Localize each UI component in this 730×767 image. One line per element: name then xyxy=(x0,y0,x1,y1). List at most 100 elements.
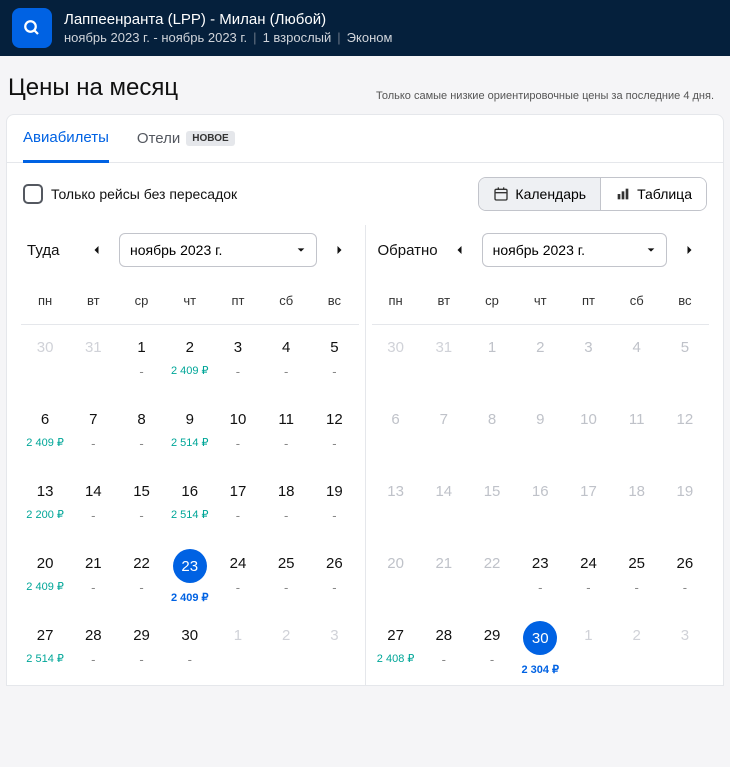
calendar-day[interactable]: 24 - xyxy=(564,541,612,613)
calendar-day[interactable]: 4- xyxy=(262,325,310,397)
day-no-price: - xyxy=(663,580,707,595)
calendar-day[interactable]: 12- xyxy=(310,397,358,469)
caret-down-icon xyxy=(296,245,306,255)
day-number: 27 xyxy=(23,627,67,644)
day-number: 16 xyxy=(168,483,212,500)
calendar-day[interactable]: 8- xyxy=(117,397,165,469)
calendar-day[interactable]: 162 514 ₽ xyxy=(166,469,214,541)
calendar-day[interactable]: 27 2 514 ₽ xyxy=(21,613,69,685)
calendar-day[interactable]: 29- xyxy=(468,613,516,685)
calendar-day: 17 xyxy=(564,469,612,541)
day-price: 2 409 ₽ xyxy=(168,591,212,604)
tab-flights[interactable]: Авиабилеты xyxy=(23,115,109,163)
day-no-price: - xyxy=(71,580,115,595)
tabs: Авиабилеты Отели НОВОЕ xyxy=(7,115,723,163)
day-number: 20 xyxy=(23,555,67,572)
day-number: 24 xyxy=(566,555,610,572)
calendar-day[interactable]: 132 200 ₽ xyxy=(21,469,69,541)
calendar-day[interactable]: 272 408 ₽ xyxy=(372,613,420,685)
outbound-calendar: Туда ноябрь 2023 г. пнвтсрчтптсбвс30311-… xyxy=(15,225,365,685)
calendar-day[interactable]: 202 409 ₽ xyxy=(21,541,69,613)
day-no-price: - xyxy=(518,580,562,595)
calendar-day[interactable]: 232 409 ₽ xyxy=(166,541,214,613)
return-label: Обратно xyxy=(378,242,438,259)
day-number: 20 xyxy=(374,555,418,572)
day-no-price: - xyxy=(312,364,356,379)
calendar-day[interactable]: 26- xyxy=(310,541,358,613)
return-next-button[interactable] xyxy=(675,236,703,264)
calendar-day[interactable]: 92 514 ₽ xyxy=(166,397,214,469)
day-number: 15 xyxy=(470,483,514,500)
calendar-day[interactable]: 21 - xyxy=(69,541,117,613)
day-of-week: сб xyxy=(262,285,310,325)
day-number: 31 xyxy=(422,339,466,356)
calendar-day[interactable]: 25- xyxy=(262,541,310,613)
day-price: 2 409 ₽ xyxy=(168,364,212,377)
calendar-day[interactable]: 5- xyxy=(310,325,358,397)
calendars: Туда ноябрь 2023 г. пнвтсрчтптсбвс30311-… xyxy=(7,225,723,685)
return-prev-button[interactable] xyxy=(446,236,474,264)
day-number: 21 xyxy=(71,555,115,572)
day-number: 3 xyxy=(663,627,707,644)
calendar-day[interactable]: 22- xyxy=(117,541,165,613)
outbound-prev-button[interactable] xyxy=(83,236,111,264)
day-number: 31 xyxy=(71,339,115,356)
day-no-price: - xyxy=(168,652,212,667)
day-of-week: пн xyxy=(372,285,420,325)
calendar-day[interactable]: 15- xyxy=(117,469,165,541)
direct-only-checkbox[interactable]: Только рейсы без пересадок xyxy=(23,184,237,204)
day-no-price: - xyxy=(264,436,308,451)
calendar-day[interactable]: 28- xyxy=(420,613,468,685)
day-of-week: пт xyxy=(214,285,262,325)
tab-hotels[interactable]: Отели НОВОЕ xyxy=(137,116,235,161)
day-price: 2 304 ₽ xyxy=(518,663,562,676)
day-price: 2 408 ₽ xyxy=(374,652,418,665)
return-month-select[interactable]: ноябрь 2023 г. xyxy=(482,233,667,267)
calendar-day[interactable]: 19- xyxy=(310,469,358,541)
day-number: 2 xyxy=(518,339,562,356)
calendar-day[interactable]: 302 304 ₽ xyxy=(516,613,564,685)
calendar-day[interactable]: 24- xyxy=(214,541,262,613)
calendar-day: 10 xyxy=(564,397,612,469)
day-price: 2 514 ₽ xyxy=(23,652,67,665)
calendar-day[interactable]: 1- xyxy=(117,325,165,397)
day-number: 3 xyxy=(216,339,260,356)
calendar-day: 1 xyxy=(214,613,262,685)
day-no-price: - xyxy=(119,436,163,451)
view-table-button[interactable]: Таблица xyxy=(600,178,706,210)
calendar-day[interactable]: 18- xyxy=(262,469,310,541)
calendar-day[interactable]: 22 409 ₽ xyxy=(166,325,214,397)
view-calendar-button[interactable]: Календарь xyxy=(479,178,600,210)
calendar-day[interactable]: 30- xyxy=(166,613,214,685)
calendar-day[interactable]: 14- xyxy=(69,469,117,541)
day-no-price: - xyxy=(119,508,163,523)
search-icon xyxy=(23,19,41,37)
day-no-price: - xyxy=(216,508,260,523)
calendar-day[interactable]: 10- xyxy=(214,397,262,469)
outbound-next-button[interactable] xyxy=(325,236,353,264)
route-subtitle: ноябрь 2023 г. - ноябрь 2023 г. | 1 взро… xyxy=(64,30,392,45)
calendar-day[interactable]: 62 409 ₽ xyxy=(21,397,69,469)
calendar-day[interactable]: 25- xyxy=(613,541,661,613)
day-of-week: пт xyxy=(564,285,612,325)
day-number: 11 xyxy=(264,411,308,428)
calendar-day: 31 xyxy=(69,325,117,397)
calendar-day[interactable]: 11 - xyxy=(262,397,310,469)
search-button[interactable] xyxy=(12,8,52,48)
day-number: 25 xyxy=(615,555,659,572)
day-number: 18 xyxy=(264,483,308,500)
day-number: 7 xyxy=(71,411,115,428)
day-number: 29 xyxy=(470,627,514,644)
day-no-price: - xyxy=(71,508,115,523)
calendar-day[interactable]: 26- xyxy=(661,541,709,613)
calendar-day: 19 xyxy=(661,469,709,541)
day-number: 9 xyxy=(518,411,562,428)
calendar-day[interactable]: 23- xyxy=(516,541,564,613)
calendar-day[interactable]: 3- xyxy=(214,325,262,397)
calendar-day[interactable]: 29- xyxy=(117,613,165,685)
calendar-day[interactable]: 17- xyxy=(214,469,262,541)
outbound-month-select[interactable]: ноябрь 2023 г. xyxy=(119,233,317,267)
calendar-day[interactable]: 7- xyxy=(69,397,117,469)
calendar-day[interactable]: 28- xyxy=(69,613,117,685)
day-no-price: - xyxy=(566,580,610,595)
